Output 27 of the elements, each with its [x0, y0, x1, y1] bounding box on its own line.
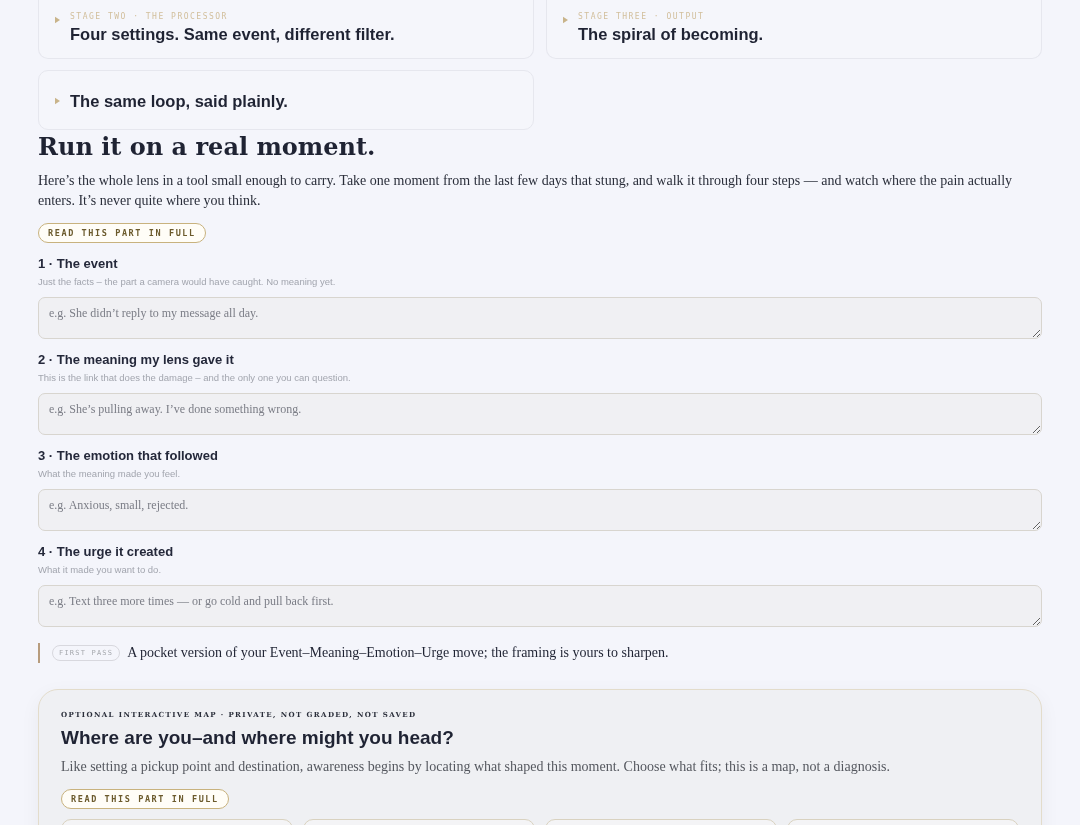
stage-card[interactable]: STAGE THREE · OUTPUT The spiral of becoming.: [546, 0, 1042, 59]
step-label: 1 · The event: [38, 256, 119, 271]
step-hint: This is the link that does the damage – and the only one you can question.: [38, 372, 352, 383]
intro-paragraph: Here’s the whole lens in a tool small enough to carry. Take one moment from the last few days that stung, and walk it through four steps — and watch where the pain actually enters. It’s never quite where you think.: [38, 172, 1014, 210]
stage-title: The spiral of becoming.: [578, 25, 764, 44]
answer-box[interactable]: e.g. Anxious, small, rejected.: [38, 489, 1042, 531]
answer-box[interactable]: e.g. She didn’t reply to my message all day.: [38, 297, 1042, 339]
read-full-button[interactable]: READ THIS PART IN FULL: [61, 789, 229, 809]
step-label: 4 · The urge it created: [38, 544, 175, 559]
stage-card[interactable]: The same loop, said plainly.: [38, 70, 534, 130]
answer-box[interactable]: e.g. Text three more times — or go cold and pull back first.: [38, 585, 1042, 627]
stage-eyebrow: STAGE THREE · OUTPUT: [578, 12, 706, 21]
stage-card[interactable]: STAGE TWO · THE PROCESSOR Four settings. Same event, different filter.: [38, 0, 534, 59]
step-hint: Just the facts – the part a camera would have caught. No meaning yet.: [38, 276, 337, 287]
step-label: 2 · The meaning my lens gave it: [38, 352, 235, 367]
map-intro: Like setting a pickup point and destination, awareness begins by locating what shaped this moment. Choose what fits; this is a map, not a diagnosis.: [61, 759, 891, 775]
step-hint: What it made you want to do.: [38, 564, 163, 575]
note-text: A pocket version of your Event–Meaning–Emotion–Urge move; the framing is yours to sharpen.: [127, 645, 669, 661]
read-full-button[interactable]: READ THIS PART IN FULL: [38, 223, 206, 243]
step-hint: What the meaning made you feel.: [38, 468, 182, 479]
stage-title: The same loop, said plainly.: [70, 91, 288, 111]
stage-title: Four settings. Same event, different filter.: [70, 25, 395, 44]
step-label: 3 · The emotion that followed: [38, 448, 219, 463]
section-heading: Run it on a real moment.: [38, 132, 377, 161]
stage-eyebrow: STAGE TWO · THE PROCESSOR: [70, 12, 229, 21]
answer-box[interactable]: e.g. She’s pulling away. I’ve done something wrong.: [38, 393, 1042, 435]
map-heading: Where are you–and where might you head?: [61, 727, 455, 749]
